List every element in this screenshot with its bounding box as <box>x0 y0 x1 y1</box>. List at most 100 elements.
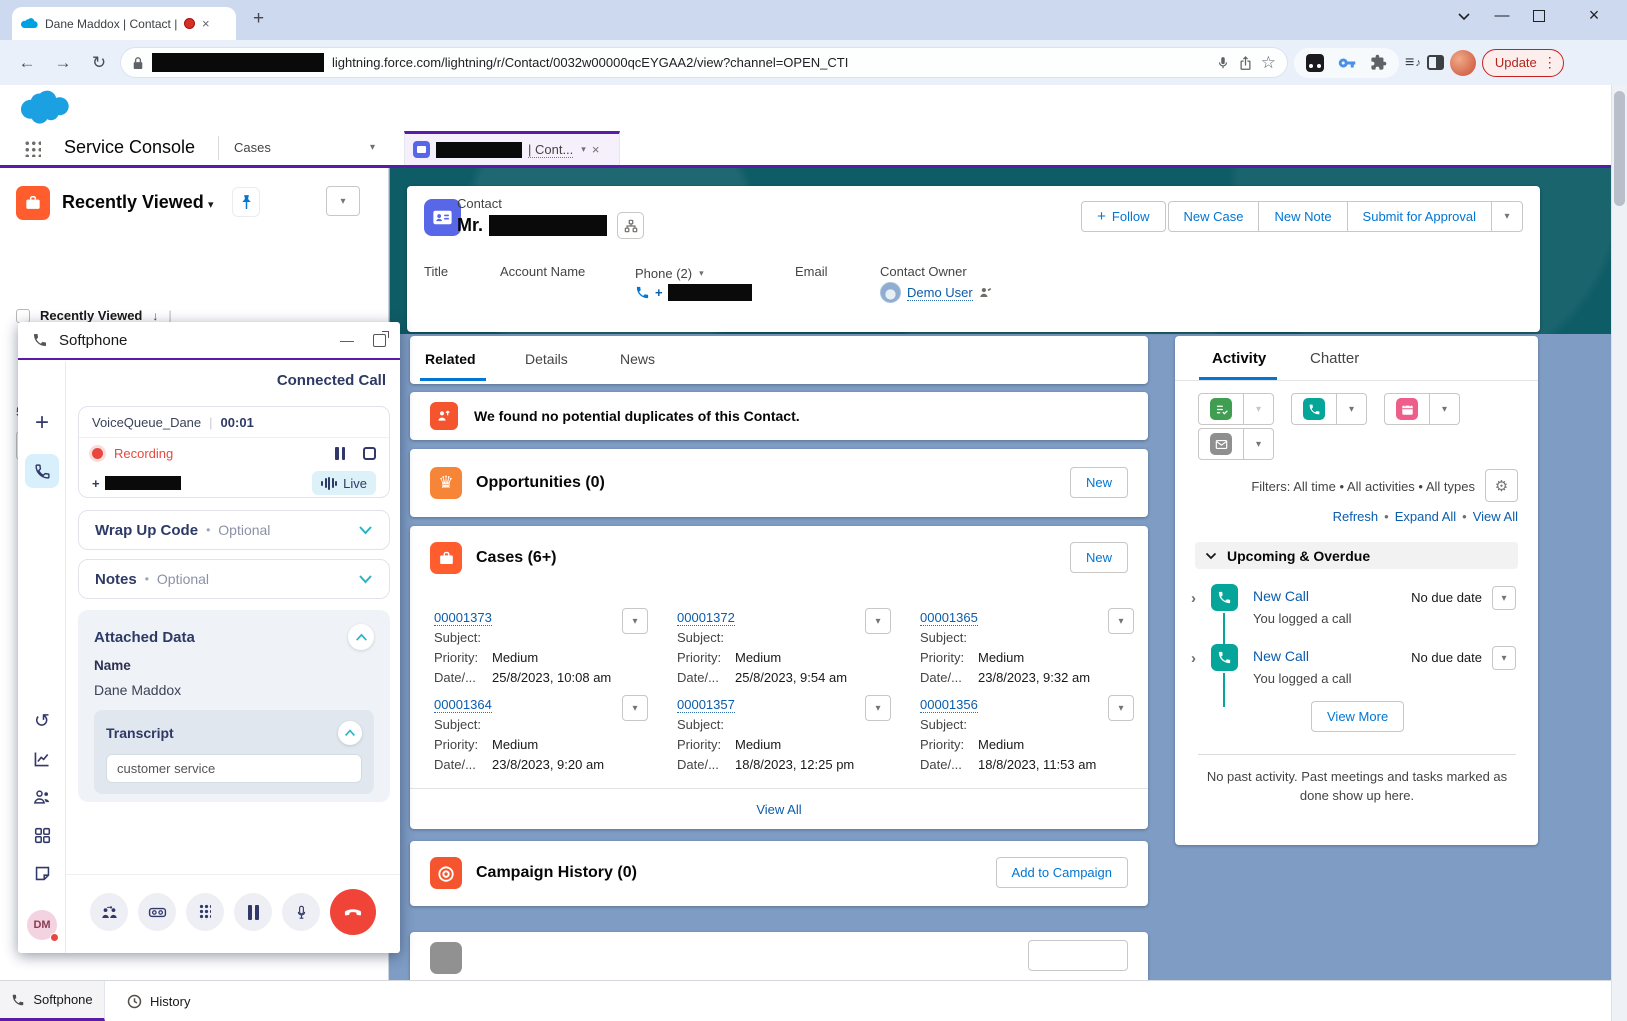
email-caret-button[interactable]: ▾ <box>1244 428 1274 460</box>
case-number-link[interactable]: 00001373 <box>434 610 492 626</box>
list-actions-caret-button[interactable]: ▾ <box>326 186 360 216</box>
contacts-rail-icon[interactable] <box>18 778 66 816</box>
browser-profile-avatar[interactable] <box>1450 50 1476 76</box>
page-scrollbar[interactable] <box>1611 85 1627 1021</box>
more-actions-caret-button[interactable]: ▾ <box>1491 201 1523 232</box>
follow-button[interactable]: +Follow <box>1081 201 1165 232</box>
browser-menu-icon[interactable]: ⋮ <box>1543 54 1557 71</box>
transfer-call-button[interactable] <box>90 893 128 931</box>
new-tab-button[interactable]: + <box>253 8 264 30</box>
case-number-link[interactable]: 00001357 <box>677 697 735 713</box>
new-call-link[interactable]: New Call <box>1253 648 1309 664</box>
change-owner-icon[interactable] <box>979 286 992 299</box>
item-actions-caret[interactable]: ▾ <box>1492 646 1516 670</box>
field-label-phone[interactable]: Phone (2)▾ <box>635 266 704 281</box>
org-chart-button[interactable] <box>617 212 644 239</box>
new-call-link[interactable]: New Call <box>1253 588 1309 604</box>
mute-mic-button[interactable] <box>282 893 320 931</box>
browser-tab[interactable]: Dane Maddox | Contact | Sal × <box>12 7 236 40</box>
new-opportunity-button[interactable]: New <box>1070 467 1128 498</box>
new-task-button[interactable] <box>1198 393 1244 425</box>
expand-all-link[interactable]: Expand All <box>1395 509 1456 524</box>
view-all-link[interactable]: View All <box>1473 509 1518 524</box>
analytics-rail-icon[interactable] <box>18 740 66 778</box>
case-row-actions-caret[interactable]: ▾ <box>622 608 648 634</box>
notes-section[interactable]: Notes • Optional <box>78 559 390 599</box>
task-caret-button[interactable]: ▾ <box>1244 393 1274 425</box>
opportunities-title[interactable]: Opportunities (0) <box>476 474 605 492</box>
update-browser-button[interactable]: Update ⋮ <box>1482 49 1564 77</box>
share-icon[interactable] <box>1238 55 1253 71</box>
workspace-tab-contact[interactable]: | Cont... ▾ × <box>404 131 620 165</box>
cases-view-all-link[interactable]: View All <box>756 802 801 817</box>
partial-card-button[interactable] <box>1028 940 1128 971</box>
new-case-button[interactable]: New Case <box>1168 201 1260 232</box>
popout-softphone-icon[interactable] <box>373 334 386 347</box>
list-column-header[interactable]: Recently Viewed <box>40 308 142 323</box>
minimize-softphone-icon[interactable]: — <box>340 332 354 348</box>
reload-button[interactable]: ↻ <box>84 48 114 78</box>
stop-recording-icon[interactable] <box>363 447 376 460</box>
case-row-actions-caret[interactable]: ▾ <box>865 695 891 721</box>
address-bar[interactable]: lightning.force.com/lightning/r/Contact/… <box>120 47 1288 78</box>
tab-chatter[interactable]: Chatter <box>1310 350 1359 367</box>
utility-softphone-tab[interactable]: Softphone <box>0 981 105 1021</box>
phone-caret-icon[interactable]: ▾ <box>699 268 704 279</box>
new-note-button[interactable]: New Note <box>1258 201 1347 232</box>
app-launcher-waffle-icon[interactable] <box>24 140 41 157</box>
transcript-input[interactable] <box>106 754 362 783</box>
tab-news[interactable]: News <box>620 351 655 367</box>
apps-rail-icon[interactable] <box>18 816 66 854</box>
new-case-button[interactable]: New <box>1070 542 1128 573</box>
extensions-puzzle-icon[interactable] <box>1370 54 1387 71</box>
utility-history-tab[interactable]: History <box>105 981 212 1021</box>
column-resize-handle[interactable]: | <box>168 308 171 323</box>
event-caret-button[interactable]: ▾ <box>1430 393 1460 425</box>
refresh-link[interactable]: Refresh <box>1333 509 1379 524</box>
collapse-chevron-icon[interactable] <box>348 624 374 650</box>
add-to-campaign-button[interactable]: Add to Campaign <box>996 857 1128 888</box>
case-row-actions-caret[interactable]: ▾ <box>622 695 648 721</box>
forward-button[interactable]: → <box>48 48 78 78</box>
activity-settings-gear-button[interactable]: ⚙ <box>1485 469 1518 502</box>
notes-rail-icon[interactable] <box>18 854 66 892</box>
tab-activity[interactable]: Activity <box>1212 350 1266 367</box>
window-close-button[interactable]: × <box>1579 5 1609 26</box>
submit-for-approval-button[interactable]: Submit for Approval <box>1347 201 1492 232</box>
agent-avatar[interactable]: DM <box>18 906 66 944</box>
tab-close-icon[interactable]: × <box>592 142 600 157</box>
back-button[interactable]: ← <box>12 48 42 78</box>
owner-link[interactable]: Demo User <box>907 285 973 301</box>
case-number-link[interactable]: 00001365 <box>920 610 978 626</box>
extension-icon[interactable] <box>1306 54 1324 72</box>
window-maximize-button[interactable] <box>1533 10 1563 22</box>
tab-caret-icon[interactable]: ▾ <box>581 144 586 155</box>
tab-details[interactable]: Details <box>525 351 568 367</box>
cases-title[interactable]: Cases (6+) <box>476 549 557 567</box>
log-a-call-button[interactable] <box>1291 393 1337 425</box>
tab-related[interactable]: Related <box>425 351 476 367</box>
wrap-up-code-section[interactable]: Wrap Up Code • Optional <box>78 510 390 550</box>
collapse-chevron-icon[interactable] <box>338 721 362 745</box>
case-row-actions-caret[interactable]: ▾ <box>1108 608 1134 634</box>
item-actions-caret[interactable]: ▾ <box>1492 586 1516 610</box>
view-more-button[interactable]: View More <box>1311 701 1404 732</box>
pin-list-button[interactable] <box>233 188 259 216</box>
expand-chevron-icon[interactable] <box>358 574 373 584</box>
add-call-button[interactable]: + <box>18 404 66 442</box>
list-view-caret-icon[interactable]: ▾ <box>208 198 214 211</box>
password-key-extension-icon[interactable] <box>1338 54 1356 72</box>
tab-close-icon[interactable]: × <box>202 16 210 31</box>
scrollbar-thumb[interactable] <box>1614 91 1625 206</box>
list-view-title[interactable]: Recently Viewed <box>62 192 204 213</box>
campaign-title[interactable]: Campaign History (0) <box>476 864 637 882</box>
phone-rail-tab[interactable] <box>18 452 66 490</box>
email-button[interactable] <box>1198 428 1244 460</box>
reading-list-icon[interactable]: ≡♪ <box>1405 54 1421 72</box>
bookmark-star-icon[interactable]: ☆ <box>1261 53 1276 73</box>
voicemail-drop-button[interactable] <box>138 893 176 931</box>
history-rail-icon[interactable]: ↺ <box>18 702 66 740</box>
call-caret-button[interactable]: ▾ <box>1337 393 1367 425</box>
expand-item-chevron-icon[interactable]: › <box>1191 590 1196 607</box>
dialpad-button[interactable] <box>186 893 224 931</box>
